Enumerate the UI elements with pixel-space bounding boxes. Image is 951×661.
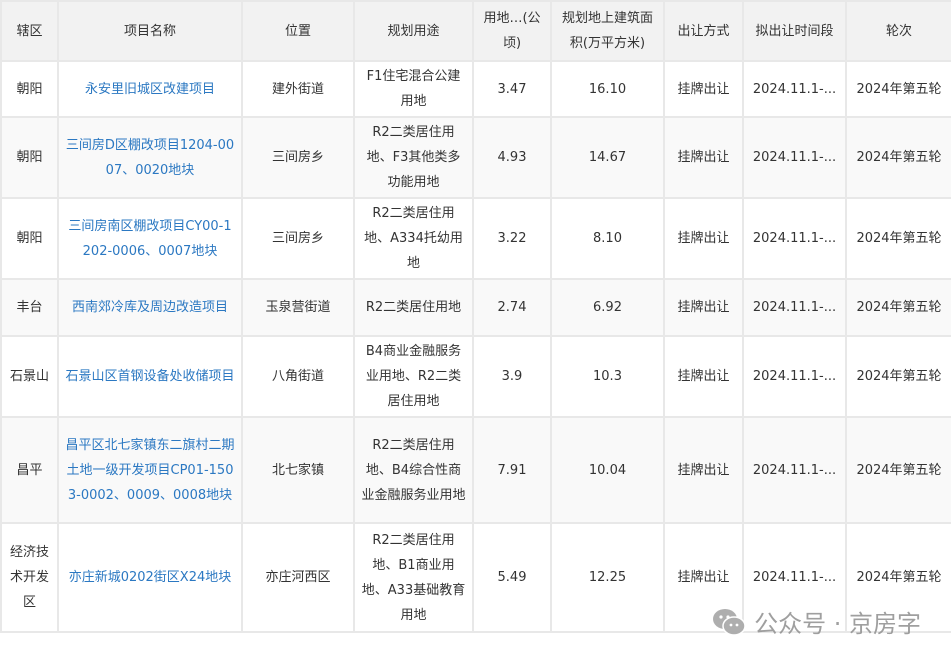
column-header-floor-area: 规划地上建筑面积(万平方米) xyxy=(550,0,665,62)
cell-location: 三间房乡 xyxy=(241,116,355,199)
cell-district: 昌平 xyxy=(0,416,59,524)
cell-location: 玉泉营街道 xyxy=(241,278,355,337)
cell-planned-use: R2二类居住用地、F3其他类多功能用地 xyxy=(353,116,474,199)
cell-planned-use: R2二类居住用地、A334托幼用地 xyxy=(353,197,474,280)
table-row: 昌平 昌平区北七家镇东二旗村二期土地一级开发项目CP01-1503-0002、00… xyxy=(0,416,951,524)
cell-round: 2024年第五轮 xyxy=(845,335,951,418)
cell-project-name[interactable]: 永安里旧城区改建项目 xyxy=(57,60,243,118)
cell-district: 经济技术开发区 xyxy=(0,522,59,633)
cell-land-area: 3.22 xyxy=(472,197,552,280)
cell-transfer-period: 2024.11.1-... xyxy=(742,335,847,418)
cell-transfer-period: 2024.11.1-... xyxy=(742,197,847,280)
table-row: 丰台 西南郊冷库及周边改造项目 玉泉营街道 R2二类居住用地 2.74 6.92 挂牌出让 2… xyxy=(0,278,951,337)
cell-land-area: 7.91 xyxy=(472,416,552,524)
cell-project-name[interactable]: 亦庄新城0202街区X24地块 xyxy=(57,522,243,633)
cell-floor-area: 16.10 xyxy=(550,60,665,118)
cell-location: 八角街道 xyxy=(241,335,355,418)
cell-transfer-method: 挂牌出让 xyxy=(663,197,744,280)
column-header-location: 位置 xyxy=(241,0,355,62)
cell-floor-area: 10.04 xyxy=(550,416,665,524)
cell-floor-area: 6.92 xyxy=(550,278,665,337)
cell-district: 石景山 xyxy=(0,335,59,418)
cell-planned-use: B4商业金融服务业用地、R2二类居住用地 xyxy=(353,335,474,418)
cell-planned-use: R2二类居住用地、B4综合性商业金融服务业用地 xyxy=(353,416,474,524)
land-plan-table: 辖区 项目名称 位置 规划用途 用地…(公顷) 规划地上建筑面积(万平方米) 出让方式 拟出让… xyxy=(0,0,951,633)
cell-land-area: 3.9 xyxy=(472,335,552,418)
table-row: 朝阳 三间房南区棚改项目CY00-1202-0006、0007地块 三间房乡 R2二类… xyxy=(0,197,951,280)
cell-project-name[interactable]: 三间房D区棚改项目1204-0007、0020地块 xyxy=(57,116,243,199)
column-header-transfer-period: 拟出让时间段 xyxy=(742,0,847,62)
cell-transfer-method: 挂牌出让 xyxy=(663,116,744,199)
cell-land-area: 5.49 xyxy=(472,522,552,633)
cell-transfer-period: 2024.11.1-... xyxy=(742,416,847,524)
cell-district: 朝阳 xyxy=(0,197,59,280)
table-row: 朝阳 三间房D区棚改项目1204-0007、0020地块 三间房乡 R2二类居住用地、… xyxy=(0,116,951,199)
cell-district: 丰台 xyxy=(0,278,59,337)
cell-district: 朝阳 xyxy=(0,60,59,118)
cell-floor-area: 12.25 xyxy=(550,522,665,633)
cell-location: 北七家镇 xyxy=(241,416,355,524)
cell-transfer-method: 挂牌出让 xyxy=(663,416,744,524)
column-header-transfer-method: 出让方式 xyxy=(663,0,744,62)
cell-district: 朝阳 xyxy=(0,116,59,199)
cell-round: 2024年第五轮 xyxy=(845,278,951,337)
cell-planned-use: F1住宅混合公建用地 xyxy=(353,60,474,118)
cell-project-name[interactable]: 昌平区北七家镇东二旗村二期土地一级开发项目CP01-1503-0002、0009… xyxy=(57,416,243,524)
cell-land-area: 4.93 xyxy=(472,116,552,199)
cell-planned-use: R2二类居住用地、B1商业用地、A33基础教育用地 xyxy=(353,522,474,633)
cell-transfer-period: 2024.11.1-... xyxy=(742,116,847,199)
cell-floor-area: 10.3 xyxy=(550,335,665,418)
column-header-district: 辖区 xyxy=(0,0,59,62)
cell-round: 2024年第五轮 xyxy=(845,116,951,199)
cell-floor-area: 8.10 xyxy=(550,197,665,280)
cell-transfer-period: 2024.11.1-... xyxy=(742,60,847,118)
column-header-round: 轮次 xyxy=(845,0,951,62)
cell-round: 2024年第五轮 xyxy=(845,416,951,524)
cell-land-area: 3.47 xyxy=(472,60,552,118)
cell-floor-area: 14.67 xyxy=(550,116,665,199)
cell-transfer-period: 2024.11.1-... xyxy=(742,278,847,337)
cell-transfer-method: 挂牌出让 xyxy=(663,335,744,418)
cell-transfer-method: 挂牌出让 xyxy=(663,278,744,337)
column-header-planned-use: 规划用途 xyxy=(353,0,474,62)
cell-location: 三间房乡 xyxy=(241,197,355,280)
cell-round: 2024年第五轮 xyxy=(845,60,951,118)
cell-project-name[interactable]: 三间房南区棚改项目CY00-1202-0006、0007地块 xyxy=(57,197,243,280)
watermark-text: 公众号 · 京房字 xyxy=(754,610,921,638)
table-row: 朝阳 永安里旧城区改建项目 建外街道 F1住宅混合公建用地 3.47 16.10 挂牌出让 2… xyxy=(0,60,951,118)
watermark: 公众号 · 京房字 xyxy=(712,604,921,639)
cell-land-area: 2.74 xyxy=(472,278,552,337)
table-header-row: 辖区 项目名称 位置 规划用途 用地…(公顷) 规划地上建筑面积(万平方米) 出让方式 拟出让… xyxy=(0,0,951,62)
cell-transfer-method: 挂牌出让 xyxy=(663,60,744,118)
column-header-project-name: 项目名称 xyxy=(57,0,243,62)
cell-planned-use: R2二类居住用地 xyxy=(353,278,474,337)
column-header-land-area: 用地…(公顷) xyxy=(472,0,552,62)
cell-project-name[interactable]: 西南郊冷库及周边改造项目 xyxy=(57,278,243,337)
cell-round: 2024年第五轮 xyxy=(845,197,951,280)
cell-project-name[interactable]: 石景山区首钢设备处收储项目 xyxy=(57,335,243,418)
wechat-icon xyxy=(713,608,746,636)
cell-location: 建外街道 xyxy=(241,60,355,118)
table-row: 石景山 石景山区首钢设备处收储项目 八角街道 B4商业金融服务业用地、R2二类居住用地… xyxy=(0,335,951,418)
cell-location: 亦庄河西区 xyxy=(241,522,355,633)
